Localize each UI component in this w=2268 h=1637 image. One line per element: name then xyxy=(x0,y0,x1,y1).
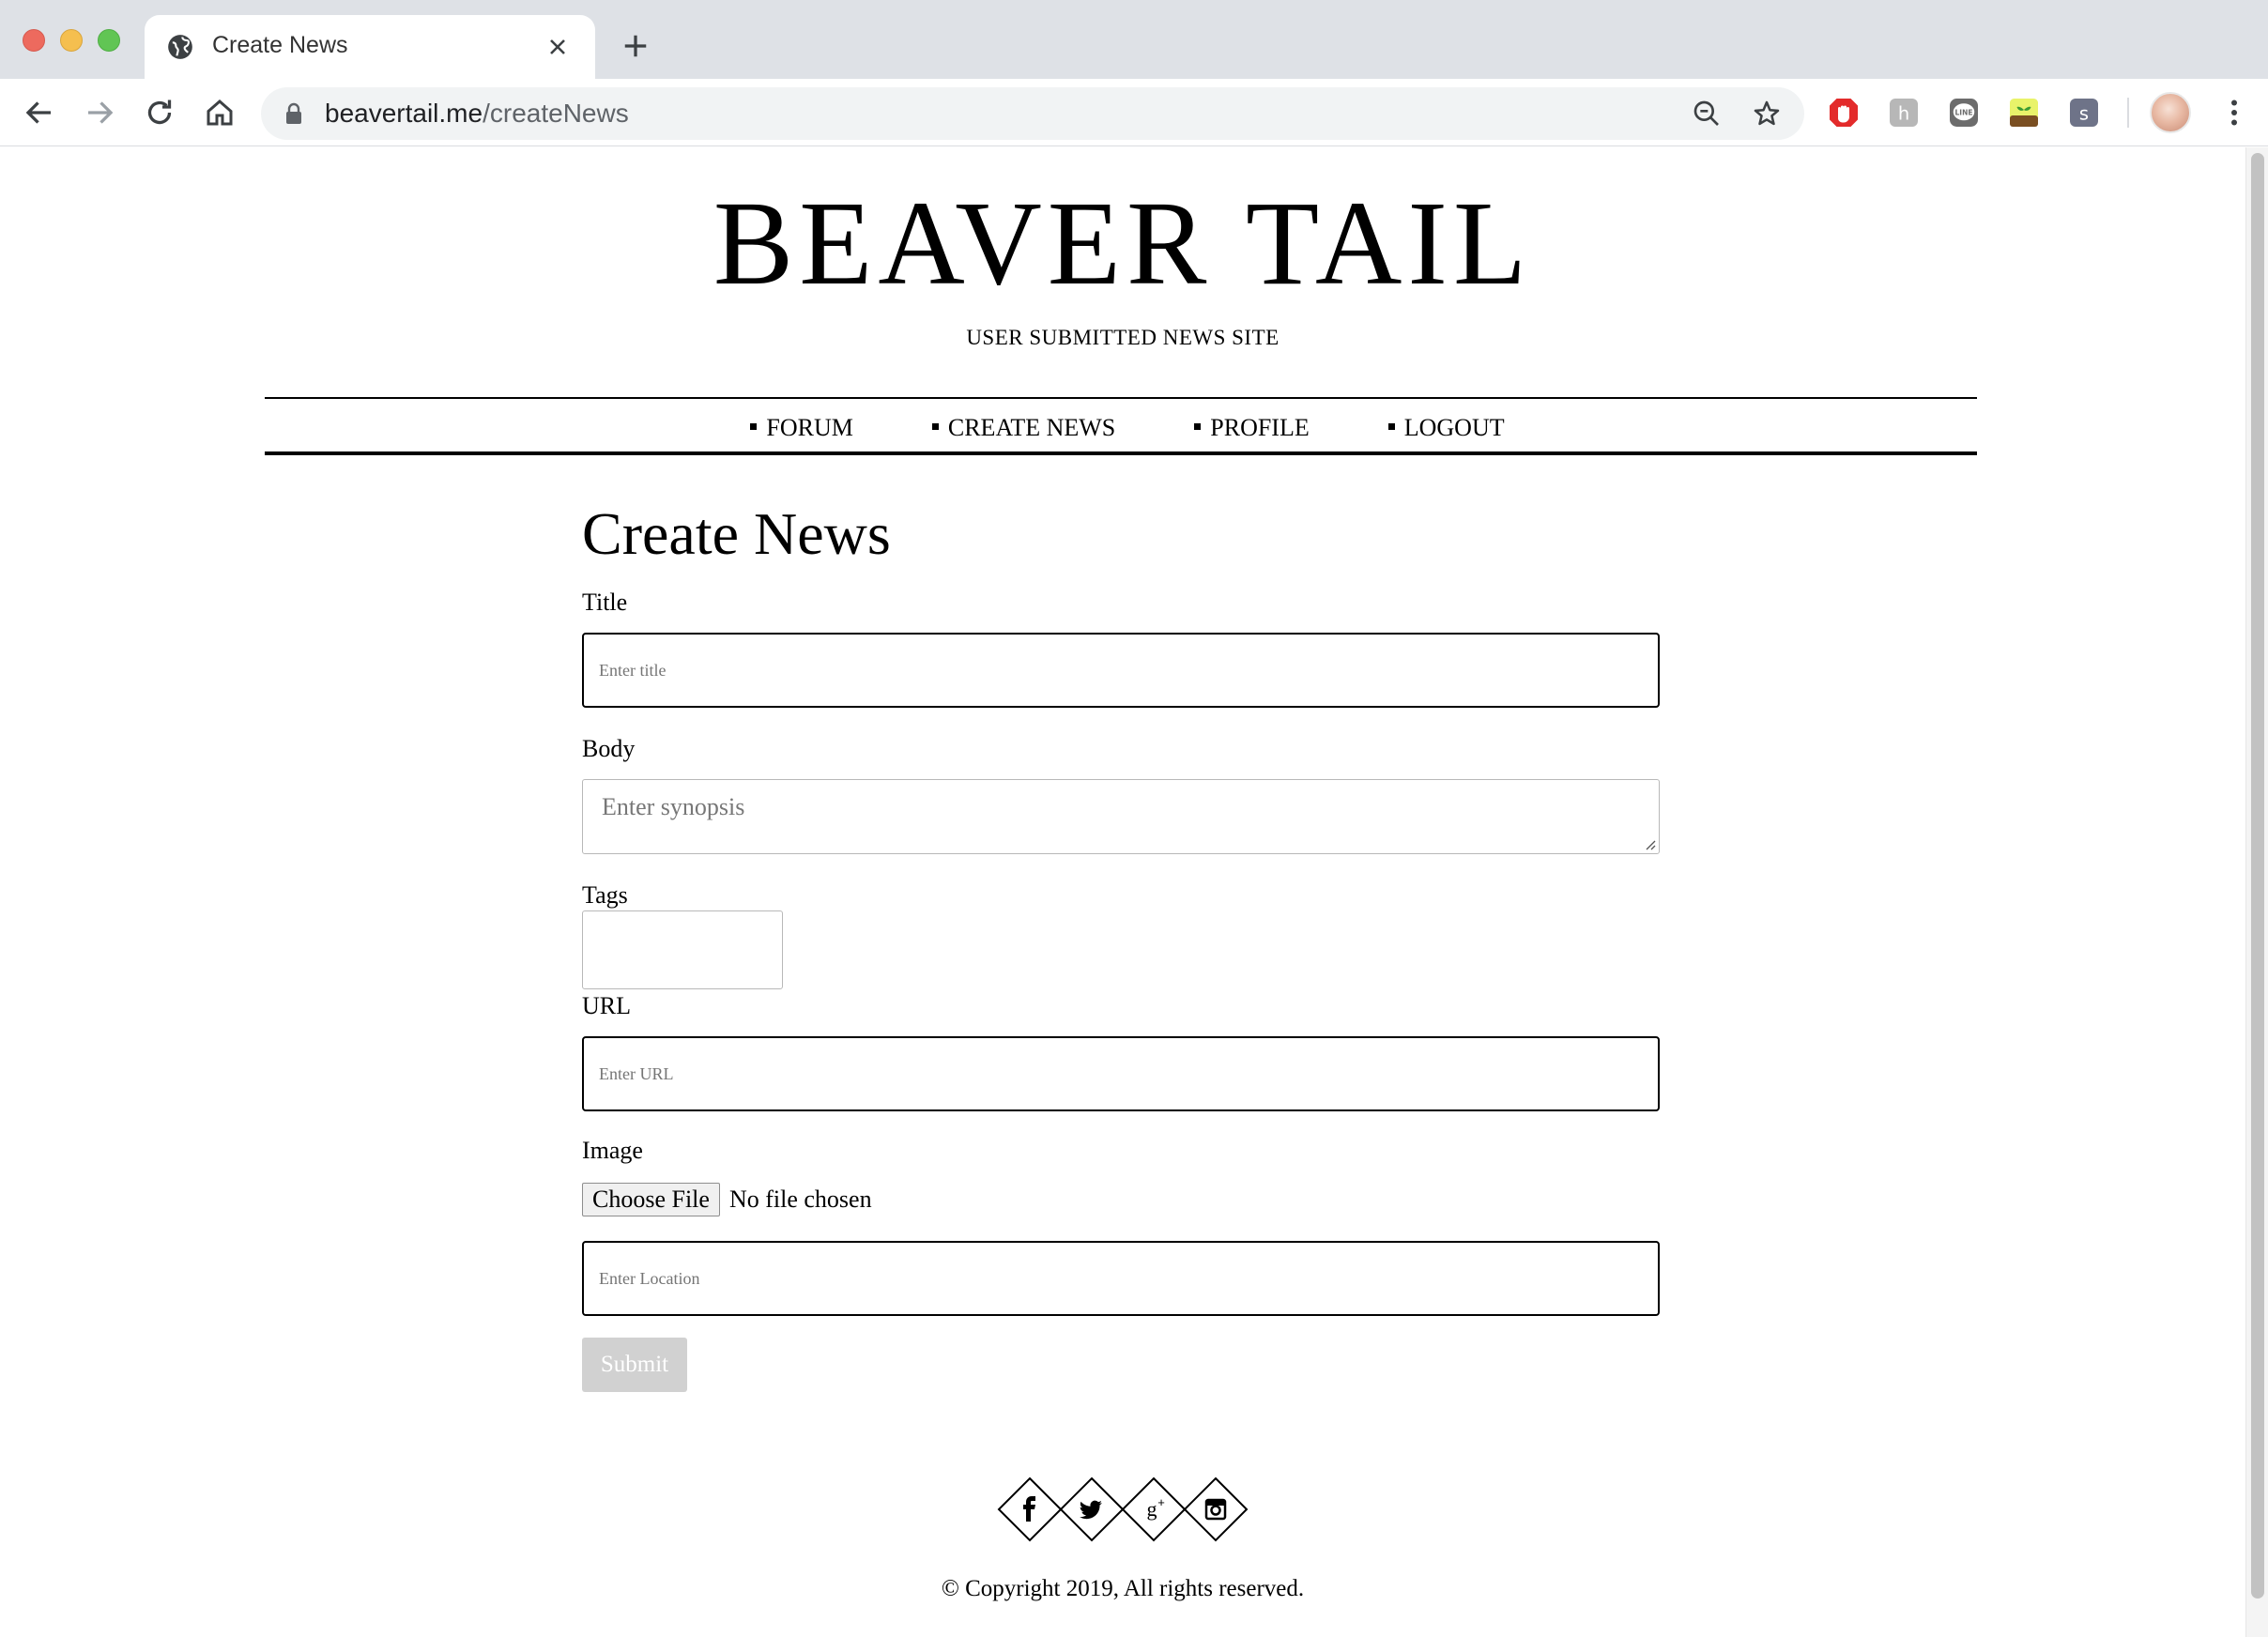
close-window-button[interactable] xyxy=(23,29,45,52)
instagram-icon[interactable] xyxy=(1183,1476,1249,1542)
title-label: Title xyxy=(582,589,628,616)
image-file-picker: Choose File No file chosen xyxy=(582,1182,872,1217)
more-menu-icon[interactable] xyxy=(2217,96,2251,130)
minimize-window-button[interactable] xyxy=(60,29,83,52)
url-path: /createNews xyxy=(483,99,629,128)
nav-item-create-news[interactable]: CREATE NEWS xyxy=(931,414,1116,442)
social-links: g + xyxy=(997,1476,1249,1542)
site-title: BEAVER TAIL xyxy=(713,176,1533,310)
forward-arrow-icon[interactable] xyxy=(83,96,116,130)
home-icon[interactable] xyxy=(203,96,237,130)
bullet-icon xyxy=(1194,423,1202,430)
title-input[interactable] xyxy=(584,635,1658,706)
twitter-icon[interactable] xyxy=(1059,1476,1125,1542)
toolbar-separator xyxy=(2127,98,2129,128)
scrollbar-thumb[interactable] xyxy=(2251,153,2264,1599)
nav-item-profile[interactable]: PROFILE xyxy=(1194,414,1310,442)
globe-icon xyxy=(168,35,192,59)
tab-title: Create News xyxy=(212,32,348,58)
close-tab-icon[interactable] xyxy=(546,36,569,58)
nav-item-logout[interactable]: LOGOUT xyxy=(1387,414,1505,442)
browser-tab-active[interactable]: Create News xyxy=(145,15,595,79)
tags-label: Tags xyxy=(582,881,628,909)
resize-grip-icon[interactable] xyxy=(1643,837,1656,850)
copyright-text: © Copyright 2019, All rights reserved. xyxy=(941,1576,1305,1601)
page-viewport: BEAVER TAIL USER SUBMITTED NEWS SITE FOR… xyxy=(0,147,2245,1637)
nav-item-label: LOGOUT xyxy=(1403,414,1505,441)
browser-toolbar: beavertail.me/createNews h LINE s xyxy=(0,79,2268,146)
svg-text:s: s xyxy=(2079,103,2089,125)
profile-avatar[interactable] xyxy=(2150,92,2191,133)
file-status: No file chosen xyxy=(728,1186,872,1213)
site-subtitle: USER SUBMITTED NEWS SITE xyxy=(966,326,1280,349)
image-label: Image xyxy=(582,1137,643,1164)
bullet-icon xyxy=(1387,423,1395,430)
url-text: beavertail.me/createNews xyxy=(325,99,629,129)
bullet-icon xyxy=(931,423,939,430)
adblock-icon[interactable] xyxy=(1827,96,1861,130)
svg-text:g: g xyxy=(1147,1497,1157,1521)
maximize-window-button[interactable] xyxy=(98,29,120,52)
reload-icon[interactable] xyxy=(143,96,176,130)
page-scrollbar[interactable] xyxy=(2245,147,2268,1637)
body-label: Body xyxy=(582,735,636,762)
extension-h-icon[interactable]: h xyxy=(1887,96,1921,130)
svg-text:h: h xyxy=(1898,103,1909,125)
bookmark-star-icon[interactable] xyxy=(1752,99,1782,129)
url-host: beavertail.me xyxy=(325,99,483,128)
google-plus-icon[interactable]: g + xyxy=(1121,1476,1187,1542)
address-bar[interactable]: beavertail.me/createNews xyxy=(261,87,1804,140)
body-textarea[interactable] xyxy=(583,780,1659,853)
nav-item-label: FORUM xyxy=(766,414,853,441)
choose-file-button[interactable]: Choose File xyxy=(582,1183,720,1216)
page-title: Create News xyxy=(582,500,891,567)
browser-tabstrip: Create News xyxy=(0,0,2268,79)
tags-input[interactable] xyxy=(582,910,783,989)
bullet-icon xyxy=(750,423,758,430)
extension-s-icon[interactable]: s xyxy=(2067,96,2101,130)
plant-icon[interactable] xyxy=(2007,96,2041,130)
submit-button[interactable]: Submit xyxy=(582,1338,687,1392)
url-field xyxy=(582,1036,1660,1111)
nav-item-label: CREATE NEWS xyxy=(947,414,1116,441)
url-label: URL xyxy=(582,992,631,1019)
svg-text:LINE: LINE xyxy=(1955,108,1973,116)
new-tab-icon[interactable] xyxy=(621,32,650,60)
main-nav: FORUM CREATE NEWS PROFILE LOGOUT xyxy=(265,397,1977,455)
zoom-out-icon[interactable] xyxy=(1692,99,1722,129)
facebook-icon[interactable] xyxy=(997,1476,1063,1542)
title-field xyxy=(582,633,1660,708)
svg-text:+: + xyxy=(1157,1495,1165,1509)
nav-item-label: PROFILE xyxy=(1210,414,1310,441)
back-arrow-icon[interactable] xyxy=(23,96,56,130)
location-input[interactable] xyxy=(584,1243,1658,1314)
location-field xyxy=(582,1241,1660,1316)
nav-item-forum[interactable]: FORUM xyxy=(750,414,853,442)
lock-icon xyxy=(286,102,301,124)
body-field xyxy=(582,779,1660,854)
line-icon[interactable]: LINE xyxy=(1947,96,1981,130)
url-input[interactable] xyxy=(584,1038,1658,1109)
